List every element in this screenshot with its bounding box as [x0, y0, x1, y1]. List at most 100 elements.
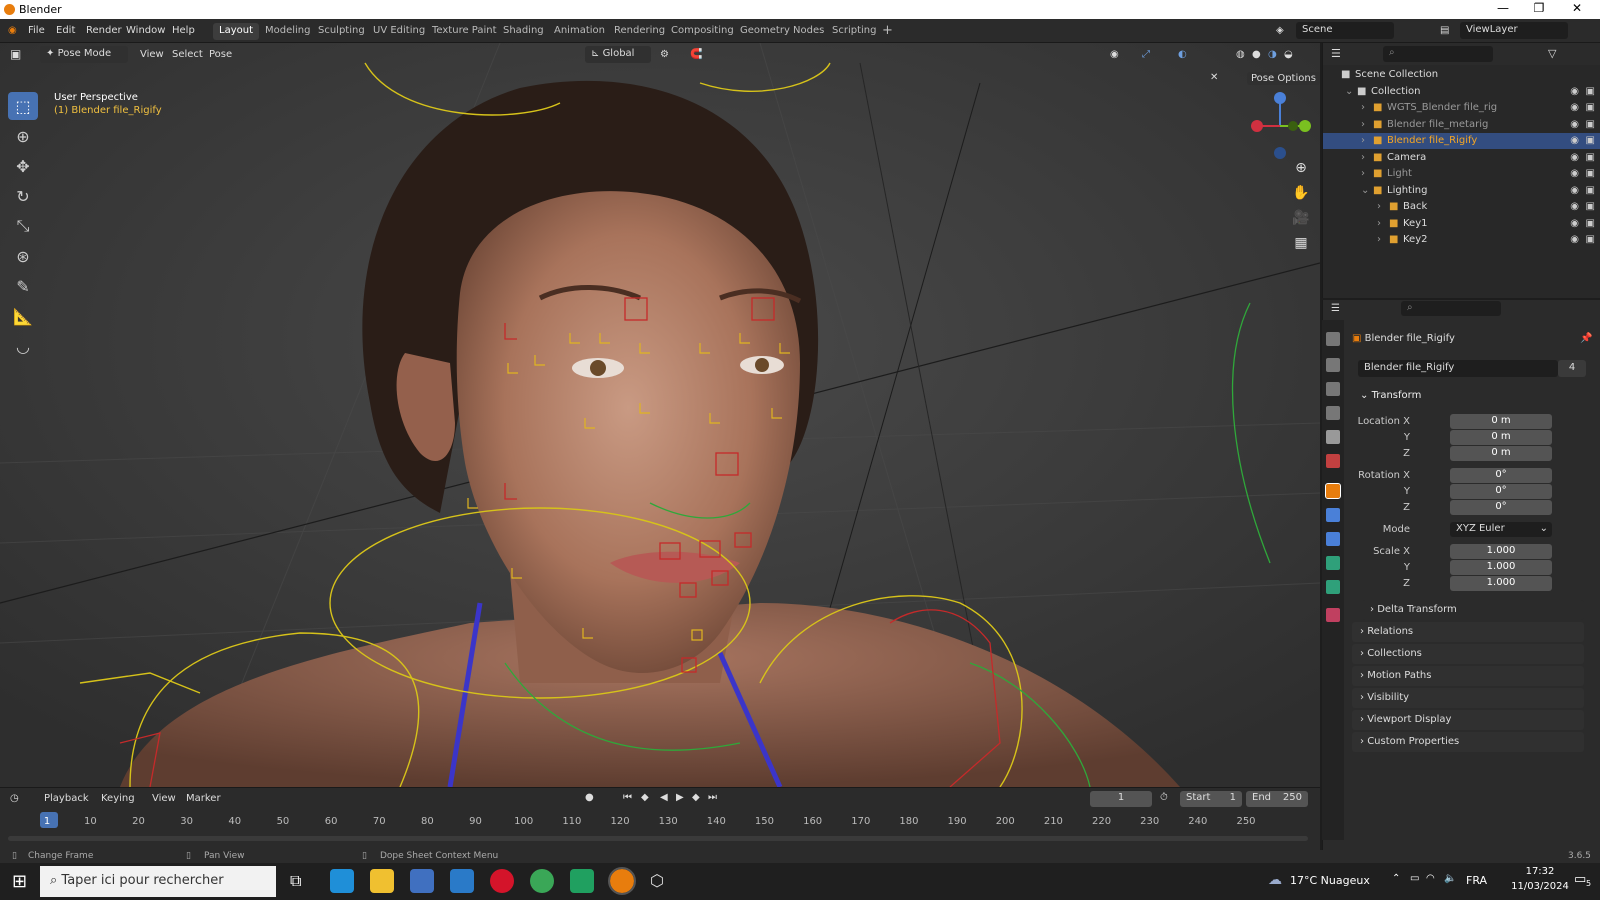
chrome-icon[interactable]	[530, 869, 554, 893]
scale-tool-icon[interactable]: ⤡	[8, 212, 38, 240]
end-frame-field[interactable]: End 250	[1246, 791, 1308, 807]
render-camera-icon[interactable]: ▣	[1586, 218, 1595, 229]
scale-y-field[interactable]: 1.000	[1450, 560, 1552, 575]
render-camera-icon[interactable]: ▣	[1586, 86, 1595, 97]
editor-type-icon[interactable]: ▣	[10, 47, 21, 61]
physics-tab-icon[interactable]	[1326, 508, 1340, 522]
pose-options-dropdown[interactable]: Pose Options	[1247, 72, 1320, 85]
output-tab-icon[interactable]	[1326, 382, 1340, 396]
xray-icon[interactable]: ✕	[1210, 72, 1218, 83]
menu-edit[interactable]: Edit	[56, 25, 75, 36]
wireframe-shading-icon[interactable]: ◍	[1236, 49, 1245, 60]
eye-icon[interactable]: ◉	[1570, 119, 1579, 130]
mail-icon[interactable]	[450, 869, 474, 893]
jump-end-icon[interactable]: ⏭	[708, 792, 717, 803]
view-layer-selector[interactable]: ViewLayer	[1460, 22, 1568, 39]
blender-taskbar-icon[interactable]	[608, 867, 636, 895]
location-y-field[interactable]: 0 m	[1450, 430, 1552, 445]
close-icon[interactable]: ✕	[1562, 1, 1592, 15]
rotation-z-field[interactable]: 0°	[1450, 500, 1552, 515]
scene-selector[interactable]: Scene	[1296, 22, 1394, 39]
transform-orientation-selector[interactable]: ⊾ Global	[585, 46, 651, 63]
location-z-field[interactable]: 0 m	[1450, 446, 1552, 461]
expand-arrow-icon[interactable]: ›	[1361, 135, 1365, 146]
tab-rendering[interactable]: Rendering	[608, 23, 671, 40]
outliner-row[interactable]: › ■ Key2 ◉ ▣	[1323, 232, 1600, 248]
tab-shading[interactable]: Shading	[497, 23, 550, 40]
select-box-tool-icon[interactable]: ⬚	[8, 92, 38, 120]
blender-menu-icon[interactable]: ◉	[8, 25, 17, 36]
render-camera-icon[interactable]: ▣	[1586, 234, 1595, 245]
render-camera-icon[interactable]: ▣	[1586, 135, 1595, 146]
eye-icon[interactable]: ◉	[1570, 168, 1579, 179]
outliner-row[interactable]: › ■ Light ◉ ▣	[1323, 166, 1600, 182]
transform-tool-icon[interactable]: ⊛	[8, 242, 38, 270]
navigation-gizmo[interactable]	[1245, 88, 1315, 168]
tab-sculpting[interactable]: Sculpting	[312, 23, 371, 40]
tab-animation[interactable]: Animation	[548, 23, 611, 40]
m-app-icon[interactable]	[570, 869, 594, 893]
object-tab-icon[interactable]	[1325, 483, 1341, 499]
pin-icon[interactable]: 📌	[1580, 333, 1592, 344]
scale-z-field[interactable]: 1.000	[1450, 576, 1552, 591]
mode-selector[interactable]: ✦ Pose Mode	[40, 46, 128, 63]
relations-panel[interactable]: › Relations	[1352, 622, 1584, 642]
menu-help[interactable]: Help	[172, 25, 195, 36]
transform-panel-header[interactable]: ⌄ Transform	[1360, 390, 1421, 401]
menu-keying[interactable]: Keying	[101, 793, 135, 804]
3d-viewport[interactable]	[0, 43, 1320, 787]
filter-icon[interactable]: ▽	[1548, 47, 1556, 60]
menu-pose[interactable]: Pose	[209, 49, 232, 60]
viewport-display-panel[interactable]: › Viewport Display	[1352, 710, 1584, 730]
cursor-tool-icon[interactable]: ⊕	[8, 122, 38, 150]
outliner-search-input[interactable]: ⌕	[1383, 46, 1493, 62]
zoom-icon[interactable]: ⊕	[1290, 160, 1312, 182]
menu-marker[interactable]: Marker	[186, 793, 221, 804]
outliner-row[interactable]: › ■ Blender file_Rigify ◉ ▣	[1323, 133, 1600, 149]
view-layer-tab-icon[interactable]	[1326, 406, 1340, 420]
weather-text[interactable]: 17°C Nuageux	[1290, 874, 1370, 887]
collections-panel[interactable]: › Collections	[1352, 644, 1584, 664]
windows-start-icon[interactable]: ⊞	[12, 871, 27, 892]
volume-icon[interactable]: 🔈	[1444, 873, 1456, 884]
expand-arrow-icon[interactable]: ›	[1361, 119, 1365, 130]
render-camera-icon[interactable]: ▣	[1586, 102, 1595, 113]
annotate-tool-icon[interactable]: ✎	[8, 272, 38, 300]
expand-arrow-icon[interactable]: ›	[1377, 218, 1381, 229]
solid-shading-icon[interactable]: ●	[1252, 49, 1261, 60]
eye-icon[interactable]: ◉	[1570, 152, 1579, 163]
device-icon[interactable]: ▭	[1410, 873, 1419, 884]
clock-date[interactable]: 11/03/2024	[1510, 881, 1570, 892]
eye-icon[interactable]: ◉	[1570, 234, 1579, 245]
outliner-row[interactable]: ■ Scene Collection	[1323, 67, 1600, 83]
overlay-toggle-icon[interactable]: ◐	[1178, 49, 1187, 60]
record-icon[interactable]: ●	[585, 792, 594, 803]
pan-hand-icon[interactable]: ✋	[1290, 185, 1312, 207]
gizmo-toggle-icon[interactable]: ⤢	[1142, 49, 1150, 60]
render-camera-icon[interactable]: ▣	[1586, 152, 1595, 163]
tab-scripting[interactable]: Scripting	[826, 23, 882, 40]
menu-timeline-view[interactable]: View	[152, 793, 176, 804]
current-frame-field[interactable]: 1	[1090, 791, 1152, 807]
armature-data-tab-icon[interactable]	[1326, 556, 1340, 570]
expand-arrow-icon[interactable]: ⌄	[1345, 86, 1353, 97]
expand-arrow-icon[interactable]: ›	[1377, 234, 1381, 245]
menu-render[interactable]: Render	[86, 25, 122, 36]
render-camera-icon[interactable]: ▣	[1586, 201, 1595, 212]
menu-view[interactable]: View	[140, 49, 164, 60]
tab-uv-editing[interactable]: UV Editing	[367, 23, 431, 40]
ortho-toggle-icon[interactable]: ▦	[1290, 235, 1312, 257]
edge-icon[interactable]	[330, 869, 354, 893]
taskbar-search-input[interactable]: ⌕ Taper ici pour rechercher	[40, 866, 276, 897]
world-tab-icon[interactable]	[1326, 454, 1340, 468]
outliner-row[interactable]: › ■ WGTS_Blender file_rig ◉ ▣	[1323, 100, 1600, 116]
tab-texture-paint[interactable]: Texture Paint	[426, 23, 503, 40]
eye-icon[interactable]: ◉	[1570, 218, 1579, 229]
move-tool-icon[interactable]: ✥	[8, 152, 38, 180]
user-count[interactable]: 4	[1558, 360, 1586, 377]
render-tab-icon[interactable]	[1326, 358, 1340, 372]
next-keyframe-icon[interactable]: ◆	[692, 792, 700, 803]
relax-pose-tool-icon[interactable]: ◡	[8, 332, 38, 360]
menu-select[interactable]: Select	[172, 49, 203, 60]
outliner-row[interactable]: › ■ Key1 ◉ ▣	[1323, 216, 1600, 232]
